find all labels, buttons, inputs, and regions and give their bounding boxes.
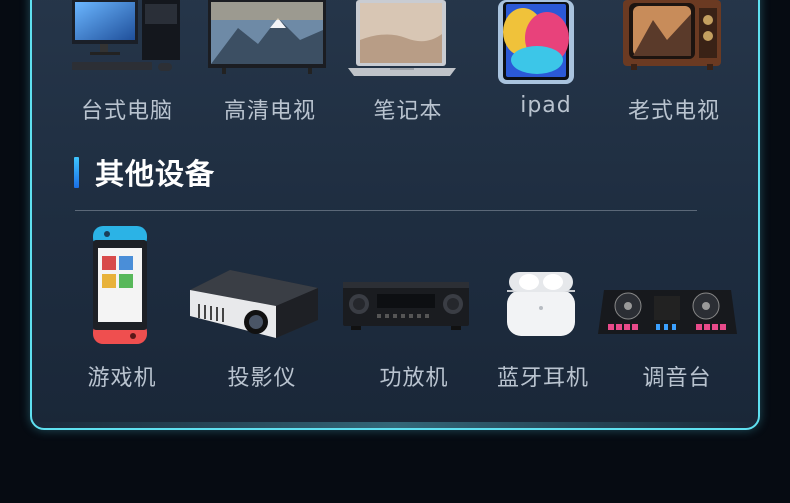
desktop-pc-icon <box>70 0 185 75</box>
section-header: 其他设备 <box>74 152 215 192</box>
label-laptop: 笔记本 <box>373 99 443 124</box>
hd-tv-icon <box>208 0 326 75</box>
label-dj-mixer: 调音台 <box>642 366 712 391</box>
label-retro-tv: 老式电视 <box>627 99 720 124</box>
projector-icon <box>190 270 318 340</box>
dj-mixer-icon <box>598 290 737 340</box>
section-title: 其他设备 <box>95 157 216 191</box>
label-earbuds: 蓝牙耳机 <box>496 366 589 391</box>
label-ipad: ipad <box>520 93 572 118</box>
earbuds-icon <box>507 270 575 336</box>
laptop-icon <box>346 0 458 78</box>
label-desktop: 台式电脑 <box>80 99 173 124</box>
retro-tv-icon <box>623 0 721 70</box>
tablet-icon <box>497 0 577 85</box>
label-game-console: 游戏机 <box>87 366 157 391</box>
section-divider <box>75 210 697 211</box>
amplifier-icon <box>343 282 469 330</box>
label-amplifier: 功放机 <box>379 366 449 391</box>
title-accent-bar <box>74 156 79 188</box>
game-console-icon <box>93 226 147 344</box>
label-hd-tv: 高清电视 <box>223 99 316 124</box>
panel-bottom-glow <box>32 422 758 428</box>
label-projector: 投影仪 <box>227 366 297 391</box>
